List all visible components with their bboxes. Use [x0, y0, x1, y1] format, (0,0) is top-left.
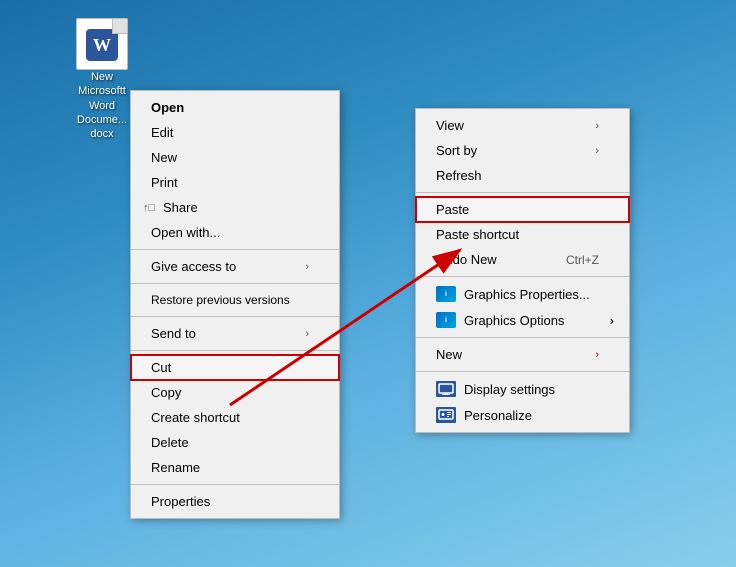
menu-item-graphics-options[interactable]: i Graphics Options › — [416, 307, 629, 333]
menu-item-new[interactable]: New — [131, 145, 339, 170]
menu-item-create-shortcut[interactable]: Create shortcut — [131, 405, 339, 430]
submenu-arrow-2: › — [305, 328, 309, 340]
sep-d3 — [416, 337, 629, 338]
desktop-context-menu: View › Sort by › Refresh Paste Paste sho… — [415, 108, 630, 433]
menu-item-open[interactable]: Open — [131, 95, 339, 120]
menu-item-graphics-props[interactable]: i Graphics Properties... — [416, 281, 629, 307]
menu-item-send-to[interactable]: Send to › — [131, 321, 339, 346]
file-icon-label: NewMicrosofttWordDocume...docx — [77, 70, 127, 141]
separator-5 — [131, 484, 339, 485]
graphics-arrow: › — [610, 313, 614, 328]
menu-item-print[interactable]: Print — [131, 170, 339, 195]
menu-item-give-access[interactable]: Give access to › — [131, 254, 339, 279]
menu-item-personalize[interactable]: Personalize — [416, 402, 629, 428]
menu-item-sort-by[interactable]: Sort by › — [416, 138, 629, 163]
menu-item-edit[interactable]: Edit — [131, 120, 339, 145]
menu-item-delete[interactable]: Delete — [131, 430, 339, 455]
menu-item-view[interactable]: View › — [416, 113, 629, 138]
undo-shortcut: Ctrl+Z — [566, 253, 599, 267]
personalize-icon — [436, 407, 456, 423]
word-doc-icon: W — [76, 18, 128, 70]
menu-item-copy[interactable]: Copy — [131, 380, 339, 405]
menu-item-properties[interactable]: Properties — [131, 489, 339, 514]
menu-item-desktop-new[interactable]: New › — [416, 342, 629, 367]
menu-item-paste[interactable]: Paste — [416, 197, 629, 222]
share-icon: ↑□ — [143, 202, 155, 214]
view-arrow: › — [595, 120, 599, 132]
menu-item-cut[interactable]: Cut — [131, 355, 339, 380]
menu-item-refresh[interactable]: Refresh — [416, 163, 629, 188]
sort-arrow: › — [595, 145, 599, 157]
separator-2 — [131, 283, 339, 284]
menu-item-display-settings[interactable]: Display settings — [416, 376, 629, 402]
separator-3 — [131, 316, 339, 317]
display-settings-icon — [436, 381, 456, 397]
menu-item-paste-shortcut[interactable]: Paste shortcut — [416, 222, 629, 247]
menu-item-share[interactable]: ↑□ Share — [131, 195, 339, 220]
submenu-arrow: › — [305, 261, 309, 273]
word-badge: W — [86, 29, 118, 61]
menu-item-rename[interactable]: Rename — [131, 455, 339, 480]
menu-item-undo-new[interactable]: Undo New Ctrl+Z — [416, 247, 629, 272]
new-arrow: › — [595, 349, 599, 361]
sep-d4 — [416, 371, 629, 372]
menu-item-open-with[interactable]: Open with... — [131, 220, 339, 245]
sep-d2 — [416, 276, 629, 277]
menu-item-restore[interactable]: Restore previous versions — [131, 288, 339, 312]
file-context-menu: Open Edit New Print ↑□ Share Open with..… — [130, 90, 340, 519]
sep-d1 — [416, 192, 629, 193]
separator-4 — [131, 350, 339, 351]
desktop: W NewMicrosofttWordDocume...docx Open Ed… — [0, 0, 736, 567]
graphics-props-icon: i — [436, 286, 456, 302]
separator-1 — [131, 249, 339, 250]
graphics-options-icon: i — [436, 312, 456, 328]
